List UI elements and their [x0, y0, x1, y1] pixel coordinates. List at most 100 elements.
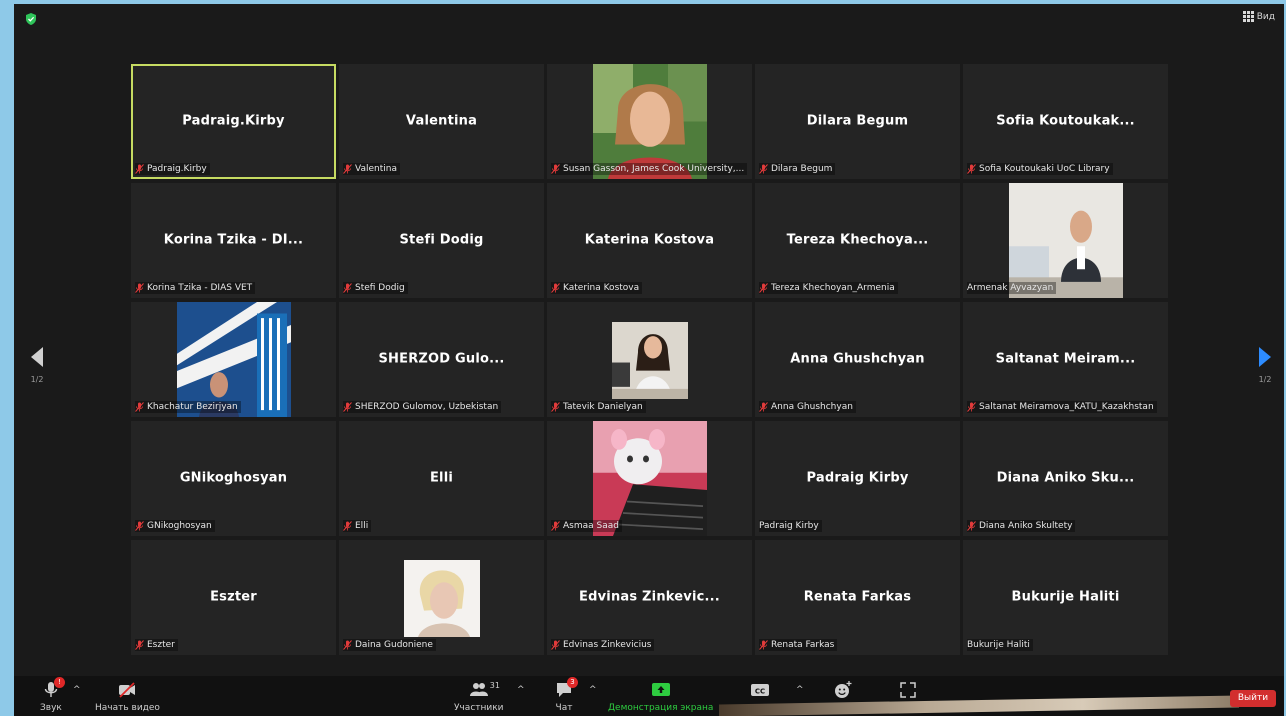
- muted-mic-icon: [759, 640, 771, 650]
- participant-name-tag: Edvinas Zinkevicius: [551, 639, 655, 651]
- participant-video: [592, 64, 707, 179]
- participant-tile[interactable]: Dilara Begum Dilara Begum: [755, 64, 960, 179]
- participant-tile[interactable]: Tereza Khechoya... Tereza Khechoyan_Armen…: [755, 183, 960, 298]
- participant-name-tag: Anna Ghushchyan: [759, 401, 856, 413]
- audio-options-caret[interactable]: ^: [73, 685, 81, 695]
- participant-display-name: Valentina: [405, 112, 478, 128]
- participant-tile[interactable]: SHERZOD Gulo... SHERZOD Gulomov, Uzbekist…: [339, 302, 544, 417]
- participants-options-caret[interactable]: ^: [517, 685, 525, 695]
- participant-name-tag: Valentina: [343, 163, 400, 175]
- chat-button[interactable]: 3 Чат: [554, 677, 578, 713]
- participant-label: Padraig.Kirby: [147, 164, 207, 174]
- audio-label: Звук: [40, 703, 62, 713]
- participant-tile[interactable]: Renata Farkas Renata Farkas: [755, 540, 960, 655]
- participant-tile[interactable]: Daina Gudoniene: [339, 540, 544, 655]
- participant-tile[interactable]: Korina Tzika - DI... Korina Tzika - DIAS …: [131, 183, 336, 298]
- participant-tile[interactable]: Valentina Valentina: [339, 64, 544, 179]
- muted-mic-icon: [551, 402, 563, 412]
- participant-tile[interactable]: Edvinas Zinkevic... Edvinas Zinkevicius: [547, 540, 752, 655]
- participant-tile[interactable]: GNikoghosyan GNikoghosyan: [131, 421, 336, 536]
- participant-tile[interactable]: Elli Elli: [339, 421, 544, 536]
- participant-display-name: Tereza Khechoya...: [786, 231, 929, 247]
- participants-icon: 31: [469, 680, 500, 700]
- participant-display-name: Bukurije Haliti: [1011, 588, 1120, 604]
- participant-display-name: SHERZOD Gulo...: [378, 350, 505, 366]
- apps-button[interactable]: [898, 680, 918, 700]
- audio-warning-badge: !: [53, 677, 65, 688]
- participant-tile[interactable]: Sofia Koutoukak... Sofia Koutoukaki UoC L…: [963, 64, 1168, 179]
- participants-label: Участники: [454, 703, 504, 713]
- muted-mic-icon: [135, 521, 147, 531]
- emoji-reaction-icon: [833, 680, 853, 700]
- participant-name-tag: Katerina Kostova: [551, 282, 643, 294]
- participant-display-name: GNikoghosyan: [179, 469, 288, 485]
- video-off-icon: [117, 680, 137, 700]
- participant-tile[interactable]: Stefi Dodig Stefi Dodig: [339, 183, 544, 298]
- participant-display-name: Dilara Begum: [806, 112, 909, 128]
- participant-label: Khachatur Bezirjyan: [147, 402, 238, 412]
- participant-tile[interactable]: Khachatur Bezirjyan: [131, 302, 336, 417]
- reactions-button[interactable]: [833, 680, 853, 700]
- muted-mic-icon: [551, 164, 563, 174]
- security-shield-icon[interactable]: [25, 13, 37, 25]
- svg-text:CC: CC: [755, 688, 765, 696]
- participant-label: Tatevik Danielyan: [563, 402, 643, 412]
- participant-display-name: Edvinas Zinkevic...: [579, 588, 720, 604]
- participant-display-name: Anna Ghushchyan: [790, 350, 925, 366]
- participant-label: Valentina: [355, 164, 397, 174]
- chat-label: Чат: [555, 703, 573, 713]
- participants-button[interactable]: 31 Участники: [454, 680, 504, 713]
- participant-tile[interactable]: Diana Aniko Sku... Diana Aniko Skultety: [963, 421, 1168, 536]
- participant-label: Asmaa Saad: [563, 521, 619, 531]
- participant-label: Tereza Khechoyan_Armenia: [771, 283, 895, 293]
- arrow-right-icon: [1259, 347, 1271, 367]
- muted-mic-icon: [343, 521, 355, 531]
- participant-tile[interactable]: Katerina Kostova Katerina Kostova: [547, 183, 752, 298]
- muted-mic-icon: [343, 402, 355, 412]
- participant-video: [1008, 183, 1123, 298]
- muted-mic-icon: [135, 402, 147, 412]
- meeting-toolbar: ! Звук ^ Начать видео 31 Участники ^ 3 Ч…: [14, 676, 1284, 716]
- view-button[interactable]: Вид: [1242, 11, 1275, 22]
- participant-label: Stefi Dodig: [355, 283, 405, 293]
- audio-button[interactable]: ! Звук: [40, 677, 65, 713]
- participant-tile[interactable]: Saltanat Meiram... Saltanat Meiramova_KAT…: [963, 302, 1168, 417]
- share-screen-button[interactable]: Демонстрация экрана: [608, 680, 713, 713]
- participant-label: Padraig Kirby: [759, 521, 819, 531]
- participant-display-name: Renata Farkas: [803, 588, 912, 604]
- chat-options-caret[interactable]: ^: [589, 685, 597, 695]
- screen-glare-overlay: [719, 695, 1239, 716]
- participant-label: Daina Gudoniene: [355, 640, 433, 650]
- participant-tile[interactable]: Susan Gasson, James Cook University,...: [547, 64, 752, 179]
- participant-tile[interactable]: Tatevik Danielyan: [547, 302, 752, 417]
- participant-video: [403, 560, 480, 637]
- participant-name-tag: Saltanat Meiramova_KATU_Kazakhstan: [967, 401, 1157, 413]
- participant-name-tag: Daina Gudoniene: [343, 639, 436, 651]
- participant-tile[interactable]: Armenak Ayvazyan: [963, 183, 1168, 298]
- share-screen-icon: [651, 680, 671, 700]
- start-video-button[interactable]: Начать видео: [95, 680, 160, 713]
- page-indicator-right: 1/2: [1258, 375, 1272, 384]
- participant-tile[interactable]: Padraig.Kirby Padraig.Kirby: [131, 64, 336, 179]
- participant-tile[interactable]: Anna Ghushchyan Anna Ghushchyan: [755, 302, 960, 417]
- chat-unread-badge: 3: [567, 677, 578, 688]
- next-page-button[interactable]: 1/2: [1250, 347, 1280, 384]
- participant-label: GNikoghosyan: [147, 521, 212, 531]
- participant-video: [592, 421, 707, 536]
- participant-display-name: Padraig.Kirby: [182, 112, 285, 128]
- participant-tile[interactable]: Padraig Kirby Padraig Kirby: [755, 421, 960, 536]
- participant-name-tag: Padraig Kirby: [759, 520, 822, 532]
- leave-meeting-button[interactable]: Выйти: [1230, 690, 1276, 707]
- participant-name-tag: Susan Gasson, James Cook University,...: [551, 163, 748, 175]
- closed-captions-button[interactable]: CC: [750, 680, 770, 700]
- previous-page-button[interactable]: 1/2: [22, 347, 52, 384]
- participant-name-tag: Korina Tzika - DIAS VET: [135, 282, 256, 294]
- participant-label: Elli: [355, 521, 369, 531]
- muted-mic-icon: [759, 283, 771, 293]
- captions-options-caret[interactable]: ^: [796, 685, 804, 695]
- participant-tile[interactable]: Asmaa Saad: [547, 421, 752, 536]
- participant-tile[interactable]: Bukurije Haliti Bukurije Haliti: [963, 540, 1168, 655]
- muted-mic-icon: [343, 164, 355, 174]
- participant-tile[interactable]: Eszter Eszter: [131, 540, 336, 655]
- participant-name-tag: Khachatur Bezirjyan: [135, 401, 241, 413]
